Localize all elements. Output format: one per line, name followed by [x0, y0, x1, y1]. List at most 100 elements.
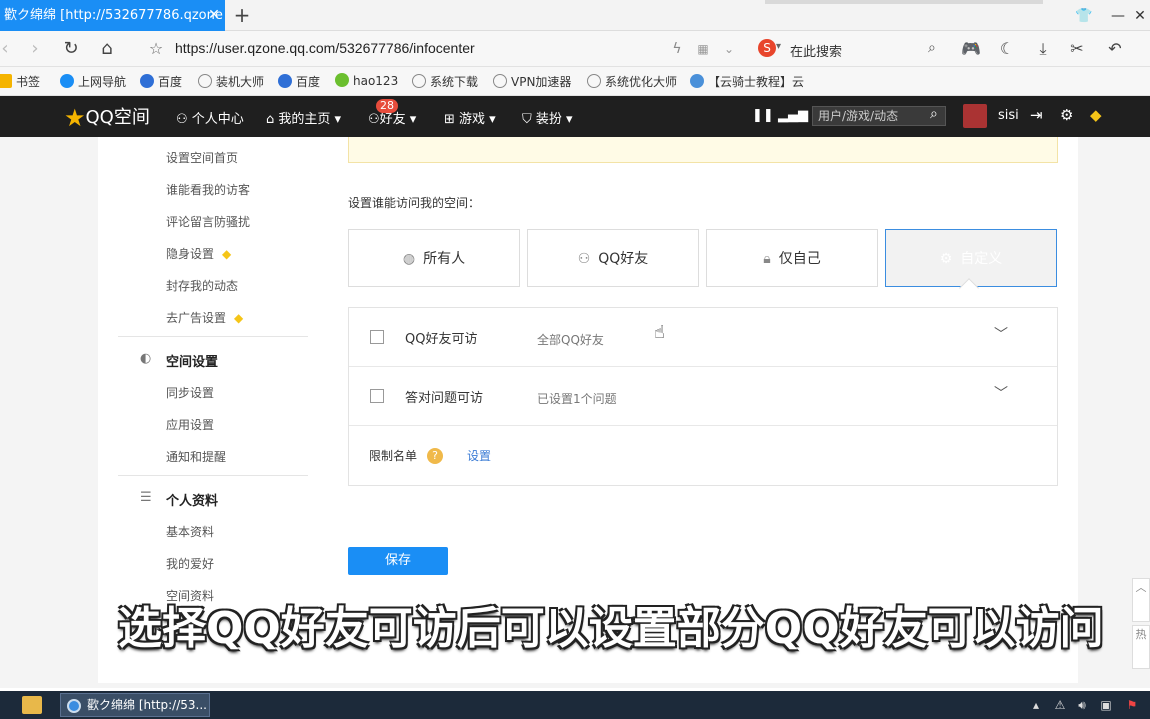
- profile-card-icon: ☰: [140, 490, 152, 505]
- bookmark-item[interactable]: 装机大师: [198, 73, 264, 90]
- logout-icon[interactable]: ⇥: [1030, 106, 1043, 124]
- user-icon: ⚇: [176, 112, 192, 127]
- sidebar-heading-profile: 个人资料: [166, 494, 219, 509]
- forward-icon[interactable]: ›: [24, 38, 46, 60]
- star-icon[interactable]: ☆: [145, 38, 167, 60]
- chevron-down-icon[interactable]: ﹀: [994, 383, 1014, 403]
- sidebar-divider: [118, 475, 308, 476]
- flash-icon[interactable]: ϟ: [666, 38, 688, 60]
- new-tab-button[interactable]: +: [232, 4, 252, 26]
- search-icon[interactable]: ⌕: [930, 106, 938, 122]
- bookmark-item[interactable]: VPN加速器: [493, 73, 571, 90]
- tray-arrow-icon[interactable]: ▴: [1028, 697, 1044, 713]
- globe-icon: [198, 74, 212, 88]
- network-icon[interactable]: ▣: [1098, 697, 1114, 713]
- shirt-icon: ⛉: [522, 112, 536, 127]
- tray-app-icon[interactable]: ⚠: [1052, 697, 1068, 713]
- browser-tab-bar: 歡ク绵绵 [http://532677786.qzone ✕ + 👕 — ✕: [0, 0, 1150, 31]
- diamond-icon[interactable]: ◆: [1090, 106, 1102, 124]
- browser-tab[interactable]: 歡ク绵绵 [http://532677786.qzone: [0, 0, 225, 31]
- sidebar-item-apps[interactable]: 应用设置: [166, 416, 214, 433]
- tab-close-icon[interactable]: ✕: [205, 0, 223, 31]
- sidebar-item-remove-ads[interactable]: 去广告设置 ◆: [166, 309, 243, 326]
- qzone-search-input[interactable]: 用户/游戏/动态: [812, 106, 946, 126]
- sidebar-item-invisible[interactable]: 隐身设置 ◆: [166, 245, 231, 262]
- row-answer-question[interactable]: 答对问题可访 已设置1个问题 ﹀: [349, 367, 1057, 426]
- download-icon[interactable]: ⤓: [1032, 38, 1054, 60]
- volume-icon[interactable]: 🔊︎: [1074, 697, 1090, 713]
- option-only-me[interactable]: 🔒︎ 仅自己: [706, 229, 878, 287]
- sidebar-heading-space: 空间设置: [166, 355, 219, 370]
- feedback-button[interactable]: 热: [1132, 625, 1150, 669]
- sidebar-item-set-homepage[interactable]: 设置空间首页: [166, 149, 238, 166]
- bookmark-item[interactable]: 系统优化大师: [587, 73, 677, 90]
- undo-icon[interactable]: ↶: [1104, 38, 1126, 60]
- sidebar-item-sync[interactable]: 同步设置: [166, 384, 214, 401]
- hao123-icon: [335, 73, 349, 87]
- bookmark-item[interactable]: 【云骑士教程】云: [690, 73, 804, 90]
- home-icon[interactable]: ⌂: [96, 38, 118, 60]
- bookmark-item[interactable]: 百度: [140, 73, 182, 90]
- sidebar-item-archive[interactable]: 封存我的动态: [166, 277, 238, 294]
- close-window-button[interactable]: ✕: [1130, 6, 1150, 26]
- checkbox-qq-friends[interactable]: [370, 330, 384, 344]
- url-field[interactable]: https://user.qzone.qq.com/532677786/info…: [175, 40, 475, 56]
- search-input[interactable]: 在此搜索: [790, 41, 842, 60]
- folder-icon[interactable]: [22, 696, 42, 714]
- bookmark-item[interactable]: 书签: [0, 73, 40, 90]
- nav-my-homepage[interactable]: ⌂ 我的主页 ▾: [266, 108, 341, 127]
- sidebar-item-notifications[interactable]: 通知和提醒: [166, 448, 226, 465]
- search-box[interactable]: S ▾ 在此搜索 ⌕: [752, 35, 952, 63]
- back-icon[interactable]: ‹: [0, 38, 16, 60]
- search-icon[interactable]: ⌕: [928, 40, 936, 56]
- bookmark-item[interactable]: 上网导航: [60, 73, 126, 90]
- nav-dressup[interactable]: ⛉ 装扮 ▾: [522, 108, 573, 127]
- option-everyone[interactable]: ◍ 所有人: [348, 229, 520, 287]
- qzone-logo[interactable]: ★QQ空间: [64, 103, 150, 132]
- taskbar-item-browser[interactable]: 歡ク绵绵 [http://53...: [60, 693, 210, 717]
- shirt-icon[interactable]: 👕: [1074, 6, 1094, 26]
- sidebar-item-basic-info[interactable]: 基本资料: [166, 523, 214, 540]
- nav-games[interactable]: ⊞ 游戏 ▾: [444, 108, 496, 127]
- gear-icon[interactable]: ⚙: [1060, 106, 1073, 124]
- qr-icon[interactable]: ▦: [692, 38, 714, 60]
- home-icon: ⌂: [266, 112, 279, 127]
- block-list-set-link[interactable]: 设置: [467, 447, 491, 464]
- sidebar-item-visitors[interactable]: 谁能看我的访客: [166, 181, 250, 198]
- refresh-icon[interactable]: ↻: [60, 38, 82, 60]
- diamond-icon: ◆: [234, 311, 244, 325]
- chevron-down-icon[interactable]: ﹀: [994, 324, 1014, 344]
- stats-icon[interactable]: ▂▄▆: [778, 108, 808, 123]
- address-bar: ‹ › ↻ ⌂ ☆ https://user.qzone.qq.com/5326…: [0, 31, 1150, 67]
- globe-icon: ◍: [402, 251, 416, 267]
- hand-cursor-icon: ☝: [654, 322, 665, 343]
- engine-dropdown-icon[interactable]: ▾: [776, 41, 781, 52]
- lock-icon: 🔒︎: [763, 251, 771, 267]
- row-label: 答对问题可访: [405, 391, 484, 406]
- friends-badge: 28: [376, 99, 398, 113]
- pause-icon[interactable]: ❚❚: [752, 108, 774, 123]
- help-icon[interactable]: ?: [427, 448, 443, 464]
- sidebar-item-hobbies[interactable]: 我的爱好: [166, 555, 214, 572]
- bookmark-item[interactable]: hao123: [335, 73, 398, 88]
- nav-personal-center[interactable]: ⚇ 个人中心: [176, 108, 244, 127]
- chevron-down-icon[interactable]: ⌄: [718, 38, 740, 60]
- gamepad-icon[interactable]: 🎮: [960, 38, 982, 60]
- row-desc: 已设置1个问题: [537, 392, 617, 406]
- option-custom[interactable]: ⚙ 自定义: [885, 229, 1057, 287]
- sidebar-item-anti-harass[interactable]: 评论留言防骚扰: [166, 213, 250, 230]
- taskbar: 歡ク绵绵 [http://53... ▴ ⚠ 🔊︎ ▣ ⚑: [0, 691, 1150, 719]
- username[interactable]: sisi: [998, 108, 1019, 123]
- minimize-button[interactable]: —: [1108, 6, 1128, 26]
- save-button[interactable]: 保存: [348, 547, 448, 575]
- cut-icon[interactable]: ✂: [1066, 38, 1088, 60]
- scroll-top-button[interactable]: ︿: [1132, 578, 1150, 622]
- bookmark-item[interactable]: 百度: [278, 73, 320, 90]
- flag-icon[interactable]: ⚑: [1124, 697, 1140, 713]
- night-mode-icon[interactable]: ☾: [996, 38, 1018, 60]
- row-qq-friends[interactable]: QQ好友可访 全部QQ好友 ﹀: [349, 308, 1057, 367]
- option-qq-friends[interactable]: ⚇ QQ好友: [527, 229, 699, 287]
- checkbox-answer-question[interactable]: [370, 389, 384, 403]
- bookmark-item[interactable]: 系统下载: [412, 73, 478, 90]
- avatar[interactable]: [963, 104, 987, 128]
